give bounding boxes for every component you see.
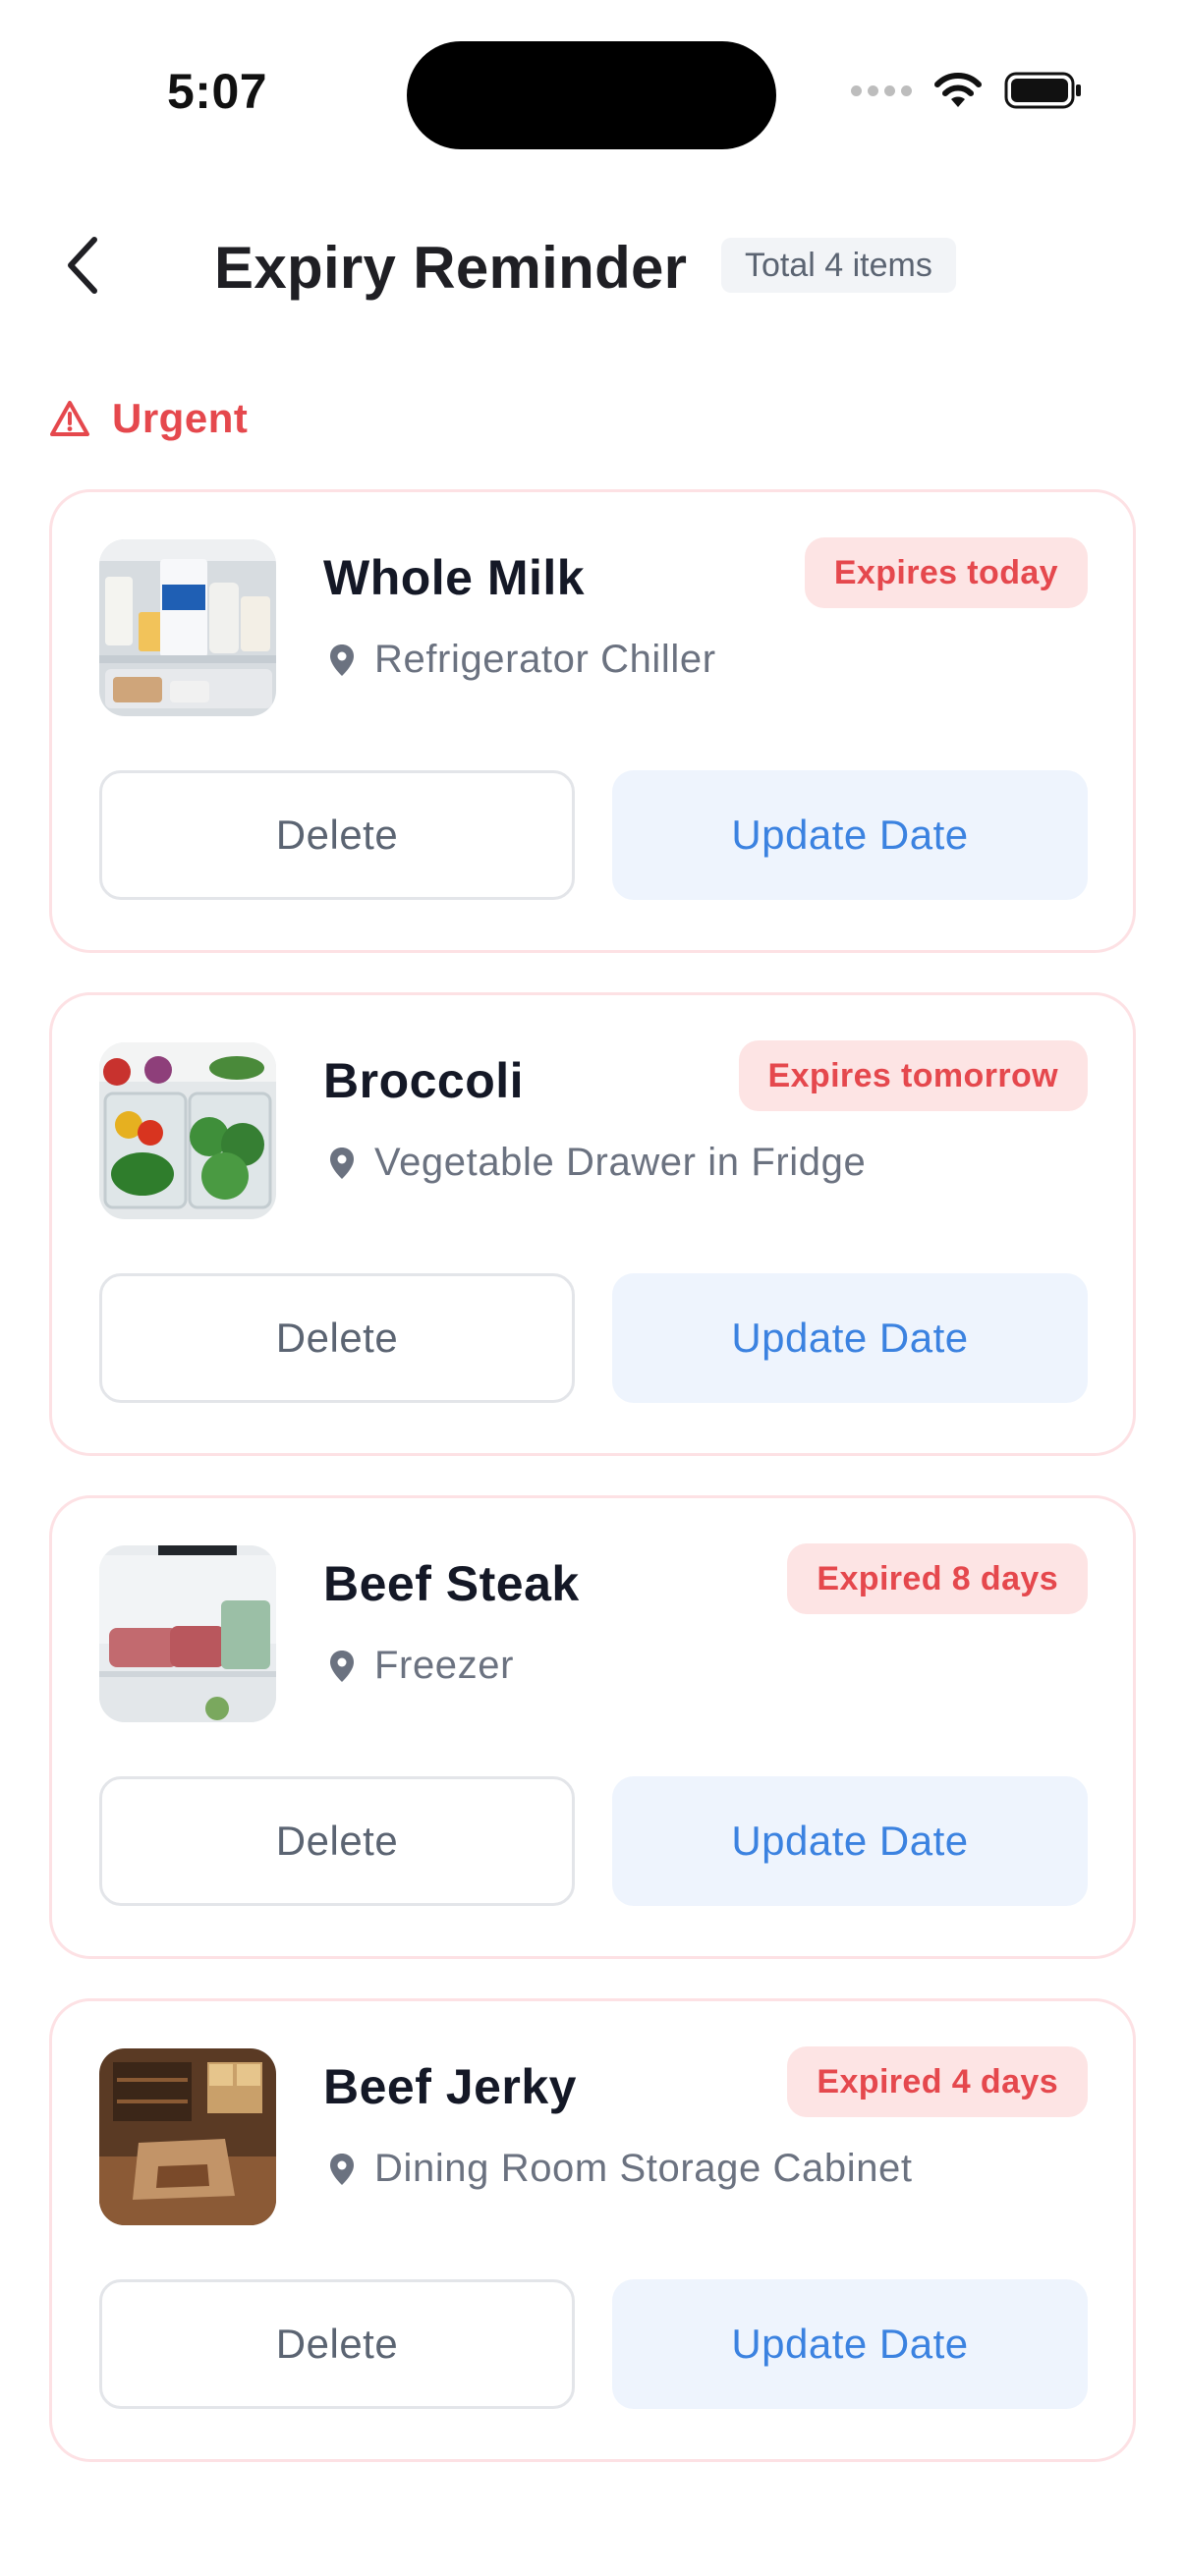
location-text: Refrigerator Chiller bbox=[374, 638, 716, 681]
item-location: Refrigerator Chiller bbox=[329, 638, 716, 682]
expiry-status-badge: Expired 8 days bbox=[787, 1543, 1088, 1614]
signal-icon bbox=[851, 84, 912, 96]
item-name: Whole Milk bbox=[323, 550, 586, 605]
battery-icon bbox=[1004, 72, 1081, 109]
item-name: Beef Steak bbox=[323, 1556, 580, 1611]
update-date-button[interactable]: Update Date bbox=[612, 1273, 1088, 1403]
location-text: Dining Room Storage Cabinet bbox=[374, 2147, 913, 2190]
item-count-badge: Total 4 items bbox=[721, 238, 956, 293]
delete-button[interactable]: Delete bbox=[99, 1776, 575, 1906]
page-title: Expiry Reminder bbox=[214, 235, 688, 301]
item-thumbnail bbox=[99, 1545, 276, 1722]
wifi-icon bbox=[934, 73, 982, 107]
update-date-button[interactable]: Update Date bbox=[612, 2279, 1088, 2409]
food-item-card: Beef Jerky Dining Room Storage Cabinet E… bbox=[49, 1998, 1136, 2462]
item-name: Beef Jerky bbox=[323, 2059, 577, 2114]
page-header: Expiry Reminder Total 4 items bbox=[0, 216, 1185, 314]
dynamic-island bbox=[407, 41, 776, 149]
vegetable-drawer-image bbox=[99, 1042, 276, 1219]
location-pin-icon bbox=[330, 644, 354, 676]
delete-button[interactable]: Delete bbox=[99, 770, 575, 900]
expiry-status-badge: Expires today bbox=[804, 537, 1088, 608]
expiry-status-badge: Expires tomorrow bbox=[738, 1040, 1088, 1111]
section-label: Urgent bbox=[112, 395, 249, 441]
expiry-status-badge: Expired 4 days bbox=[787, 2046, 1088, 2117]
pantry-cabinet-image bbox=[99, 2048, 276, 2225]
location-pin-icon bbox=[330, 1147, 354, 1179]
status-bar: 5:07 bbox=[0, 0, 1185, 187]
item-thumbnail bbox=[99, 1042, 276, 1219]
item-location: Vegetable Drawer in Fridge bbox=[329, 1141, 866, 1185]
location-text: Vegetable Drawer in Fridge bbox=[374, 1141, 867, 1184]
item-location: Freezer bbox=[329, 1644, 514, 1688]
status-time: 5:07 bbox=[167, 64, 268, 119]
food-item-card: Broccoli Vegetable Drawer in Fridge Expi… bbox=[49, 992, 1136, 1456]
urgent-section-header: Urgent bbox=[49, 395, 248, 442]
status-icons bbox=[851, 71, 1083, 110]
location-text: Freezer bbox=[374, 1644, 515, 1687]
item-name: Broccoli bbox=[323, 1053, 525, 1108]
update-date-button[interactable]: Update Date bbox=[612, 1776, 1088, 1906]
back-button[interactable] bbox=[51, 234, 114, 297]
delete-button[interactable]: Delete bbox=[99, 1273, 575, 1403]
chevron-left-icon bbox=[68, 237, 97, 294]
location-pin-icon bbox=[330, 2153, 354, 2185]
freezer-meat-image bbox=[99, 1545, 276, 1722]
delete-button[interactable]: Delete bbox=[99, 2279, 575, 2409]
location-pin-icon bbox=[330, 1650, 354, 1682]
item-location: Dining Room Storage Cabinet bbox=[329, 2147, 913, 2191]
food-item-card: Beef Steak Freezer Expired 8 days Delete… bbox=[49, 1495, 1136, 1959]
item-thumbnail bbox=[99, 539, 276, 716]
food-item-card: Whole Milk Refrigerator Chiller Expires … bbox=[49, 489, 1136, 953]
item-thumbnail bbox=[99, 2048, 276, 2225]
fridge-dairy-image bbox=[99, 539, 276, 716]
warning-icon bbox=[50, 401, 89, 436]
update-date-button[interactable]: Update Date bbox=[612, 770, 1088, 900]
